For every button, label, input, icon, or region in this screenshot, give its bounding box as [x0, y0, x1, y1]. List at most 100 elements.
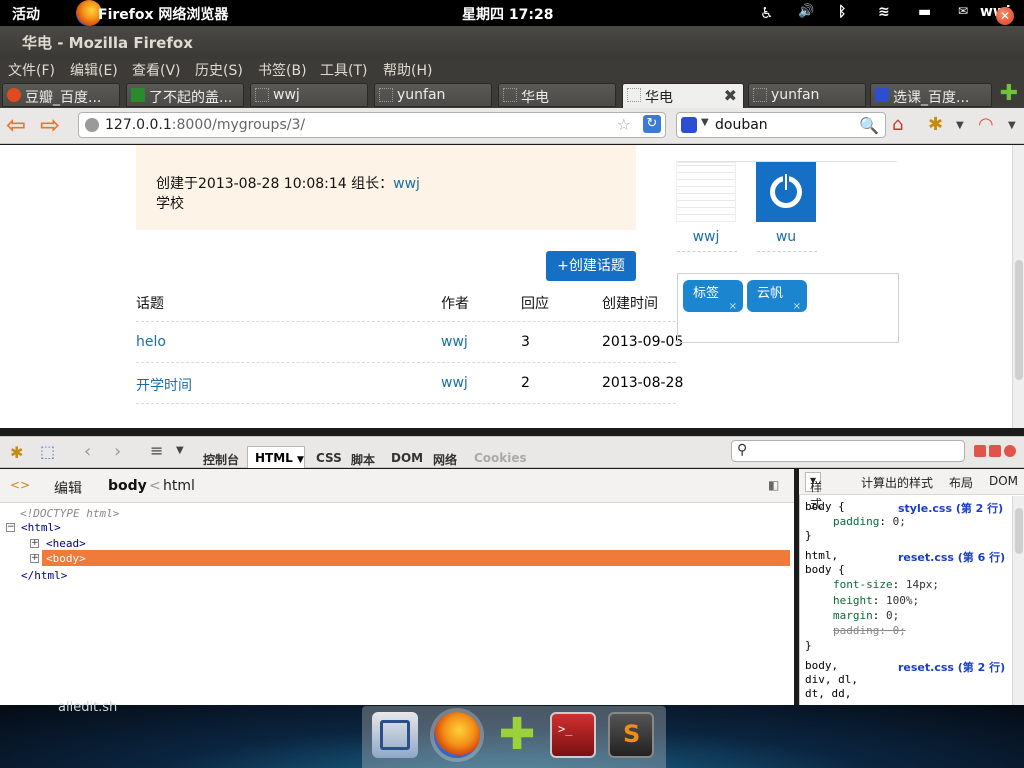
css-source-link[interactable]: reset.css (第 6 行) [898, 549, 1005, 565]
topic-link[interactable]: 开学时间 [136, 375, 192, 395]
group-leader-link[interactable]: wwj [393, 176, 420, 192]
side-tab-dom[interactable]: DOM [989, 474, 1018, 488]
site-identity-icon[interactable] [85, 118, 99, 132]
side-panel-scrollbar[interactable] [1012, 496, 1024, 705]
add-application-icon[interactable]: ✚ [494, 712, 540, 758]
window-close-button[interactable]: ✕ [996, 7, 1014, 25]
fb-tab-console[interactable]: 控制台 [203, 451, 239, 468]
author-link[interactable]: wwj [441, 334, 468, 350]
edit-button[interactable]: 编辑 [54, 478, 82, 498]
wifi-icon[interactable]: ≋ [878, 4, 890, 20]
fb-tab-html[interactable]: HTML ▼ [247, 446, 305, 468]
breadcrumb-current[interactable]: body [108, 478, 147, 494]
menu-file[interactable]: 文件(F) [8, 60, 55, 80]
terminal-icon[interactable]: >_ [550, 712, 596, 758]
menu-history[interactable]: 历史(S) [195, 60, 243, 80]
css-declaration-overridden[interactable]: padding: 0; [833, 624, 906, 637]
css-declaration[interactable]: height: 100%; [833, 594, 919, 607]
forward-chevron-icon[interactable]: › [114, 441, 121, 462]
addon-dropdown-icon[interactable]: ▼ [1008, 120, 1016, 131]
firebug-dropdown-icon[interactable]: ▼ [956, 120, 964, 131]
url-bar[interactable]: 127.0.0.1:8000/mygroups/3/ ☆ ↻ [78, 112, 666, 138]
firefox-dock-icon[interactable] [434, 712, 480, 758]
file-manager-icon[interactable] [372, 712, 418, 758]
member-avatar-wu[interactable] [756, 162, 816, 222]
bookmark-star-icon[interactable]: ☆ [617, 115, 631, 134]
search-input[interactable]: douban [715, 117, 768, 133]
activities-button[interactable]: 活动 [12, 4, 40, 24]
tag-remove-icon[interactable]: × [793, 301, 801, 312]
back-chevron-icon[interactable]: ‹ [84, 441, 91, 462]
css-declaration[interactable]: padding: 0; [833, 515, 906, 528]
member-name-link[interactable]: wu [756, 229, 816, 245]
desktop-file-label[interactable]: alledit.sh [58, 700, 117, 715]
menu-view[interactable]: 查看(V) [132, 60, 181, 80]
search-icon[interactable]: 🔍 [859, 116, 879, 135]
rainbow-addon-icon[interactable]: ◠ [978, 114, 994, 135]
fb-tab-css[interactable]: CSS [316, 451, 342, 465]
tree-node-body[interactable]: <body> [46, 552, 86, 565]
tab-6-active[interactable]: 华电 ✖ [622, 83, 744, 109]
inspect-icon[interactable]: ⬚ [40, 442, 55, 461]
menu-edit[interactable]: 编辑(E) [70, 60, 118, 80]
fb-tab-script[interactable]: 脚本 [351, 451, 375, 468]
search-engine-icon[interactable] [681, 117, 697, 133]
html-tab-dropdown-icon[interactable]: ▼ [297, 455, 304, 465]
scrollbar-thumb[interactable] [1015, 508, 1023, 554]
panel-dropdown-icon[interactable]: ▼ [176, 445, 184, 456]
side-tab-style[interactable]: 样式 ▾ [805, 472, 822, 511]
url-text[interactable]: 127.0.0.1:8000/mygroups/3/ [105, 117, 305, 133]
tab-8[interactable]: 选课_百度... [870, 83, 992, 107]
expand-toggle-icon[interactable]: + [30, 539, 39, 548]
app-menu[interactable]: Firefox 网络浏览器 [98, 4, 228, 24]
user-menu-icon[interactable]: ✉ [958, 4, 968, 18]
firebug-icon[interactable]: ✱ [928, 114, 943, 135]
accessibility-icon[interactable]: ♿ [760, 4, 773, 22]
menu-help[interactable]: 帮助(H) [383, 60, 432, 80]
clock[interactable]: 星期四 17:28 [462, 4, 553, 24]
expand-toggle-icon[interactable]: <> [10, 478, 30, 492]
scrollbar-thumb[interactable] [1015, 260, 1023, 380]
member-name-link[interactable]: wwj [676, 229, 736, 245]
expand-toggle-icon[interactable]: + [30, 554, 39, 563]
tree-node-html[interactable]: <html> [21, 521, 61, 534]
topic-link[interactable]: helo [136, 334, 166, 350]
firebug-detach-icon[interactable] [989, 445, 1001, 457]
panel-list-icon[interactable]: ≡ [150, 441, 163, 460]
firebug-minimize-icon[interactable] [974, 445, 986, 457]
breadcrumb-parent[interactable]: html [163, 478, 195, 494]
tab-7[interactable]: yunfan [748, 83, 866, 107]
search-bar[interactable]: ▼ douban 🔍 [676, 112, 886, 138]
tag-item[interactable]: 标签 × [683, 280, 743, 312]
css-declaration[interactable]: font-size: 14px; [833, 578, 939, 591]
tab-3[interactable]: wwj [250, 83, 368, 107]
tab-1[interactable]: 豆瓣_百度... [2, 83, 120, 107]
home-icon[interactable]: ⌂ [892, 114, 903, 135]
firebug-search-input[interactable]: ⚲ [731, 440, 965, 462]
tag-remove-icon[interactable]: × [729, 301, 737, 312]
window-titlebar[interactable]: 华电 - Mozilla Firefox [0, 26, 1024, 58]
bluetooth-icon[interactable]: ᛒ [838, 4, 846, 20]
side-tab-layout[interactable]: 布局 [949, 474, 973, 491]
tab-2[interactable]: 了不起的盖... [126, 83, 244, 107]
fb-tab-net[interactable]: 网络 [433, 451, 457, 468]
panel-toggle-icon[interactable]: ◧ [768, 478, 779, 492]
battery-icon[interactable]: ▬ [918, 4, 931, 20]
menu-tools[interactable]: 工具(T) [320, 60, 367, 80]
fb-tab-dom[interactable]: DOM [391, 451, 423, 465]
tab-close-icon[interactable]: ✖ [724, 86, 737, 105]
reload-icon[interactable]: ↻ [643, 115, 661, 133]
css-source-link[interactable]: style.css (第 2 行) [898, 500, 1003, 516]
collapse-toggle-icon[interactable]: − [6, 523, 15, 532]
tree-node-head[interactable]: <head> [46, 537, 86, 550]
sublime-text-icon[interactable]: S [608, 712, 654, 758]
css-declaration[interactable]: margin: 0; [833, 609, 899, 622]
fb-tab-cookies[interactable]: Cookies [474, 451, 527, 465]
side-tab-computed[interactable]: 计算出的样式 [861, 474, 933, 491]
tag-item[interactable]: 云帆 × [747, 280, 807, 312]
search-engine-dropdown-icon[interactable]: ▼ [701, 117, 709, 128]
tab-4[interactable]: yunfan [374, 83, 492, 107]
volume-icon[interactable]: 🔊 [798, 4, 814, 19]
tab-5[interactable]: 华电 [498, 83, 616, 107]
css-source-link[interactable]: reset.css (第 2 行) [898, 659, 1005, 675]
